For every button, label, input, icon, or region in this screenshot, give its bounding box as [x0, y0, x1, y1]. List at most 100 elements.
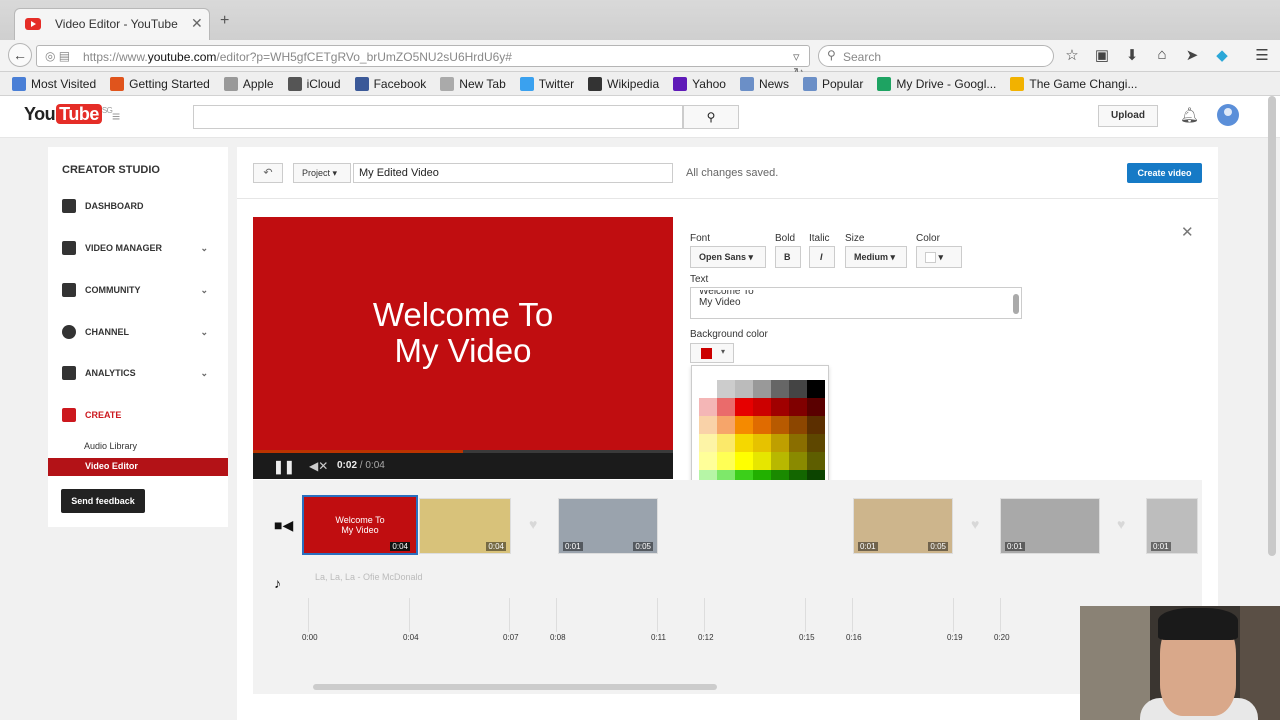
- page-scrollbar[interactable]: [1268, 96, 1276, 556]
- transition-icon[interactable]: ♥: [971, 516, 979, 532]
- color-swatch[interactable]: [789, 434, 807, 452]
- create-video-button[interactable]: Create video: [1127, 163, 1202, 183]
- color-swatch[interactable]: [735, 416, 753, 434]
- background-color-button[interactable]: ▾: [690, 343, 734, 363]
- color-swatch[interactable]: [735, 434, 753, 452]
- bookmark-item[interactable]: iCloud: [287, 76, 341, 91]
- bookmark-item[interactable]: Popular: [802, 76, 863, 91]
- youtube-logo[interactable]: You Tube SG: [24, 104, 113, 125]
- sidebar-item-audio-library[interactable]: Audio Library: [84, 441, 137, 451]
- color-swatch[interactable]: [735, 380, 753, 398]
- video-clip[interactable]: 0:01 0:05: [853, 498, 953, 554]
- color-swatch[interactable]: [807, 398, 825, 416]
- bookmark-star-icon[interactable]: ☆: [1062, 46, 1082, 66]
- color-swatch[interactable]: [771, 380, 789, 398]
- color-swatch[interactable]: [753, 380, 771, 398]
- video-clip[interactable]: 0:01 0:05: [558, 498, 658, 554]
- color-swatch[interactable]: [789, 452, 807, 470]
- bookmark-item[interactable]: My Drive - Googl...: [877, 76, 996, 91]
- transition-icon[interactable]: ♥: [1117, 516, 1125, 532]
- avatar[interactable]: [1217, 104, 1239, 126]
- sidebar-item-create[interactable]: CREATE: [62, 405, 222, 425]
- new-tab-icon[interactable]: +: [220, 12, 229, 30]
- bookmark-item[interactable]: Yahoo: [673, 76, 726, 91]
- back-button[interactable]: ←: [8, 43, 32, 67]
- color-swatch[interactable]: [717, 380, 735, 398]
- color-swatch[interactable]: [807, 380, 825, 398]
- browser-tab[interactable]: Video Editor - YouTube ✕: [14, 8, 210, 40]
- bookmark-item[interactable]: Apple: [223, 76, 274, 91]
- youtube-search-input[interactable]: [193, 105, 683, 129]
- sidebar-item-analytics[interactable]: ANALYTICS ⌄: [62, 363, 222, 383]
- textarea-scrollbar[interactable]: [1013, 294, 1019, 314]
- color-swatch[interactable]: [699, 398, 717, 416]
- address-bar[interactable]: ◎ ▤ https://www.youtube.com/editor?p=WH5…: [36, 45, 810, 80]
- color-swatch[interactable]: [699, 380, 717, 398]
- sidebar-item-video-editor[interactable]: Video Editor: [48, 458, 228, 476]
- bookmark-item[interactable]: New Tab: [440, 76, 506, 91]
- notifications-bell-icon[interactable]: 🔔︎: [1180, 106, 1199, 124]
- color-swatch[interactable]: [807, 434, 825, 452]
- bookmark-item[interactable]: Twitter: [519, 76, 574, 91]
- pause-icon[interactable]: ❚❚: [273, 459, 295, 475]
- color-swatch[interactable]: [735, 398, 753, 416]
- color-swatch[interactable]: [807, 416, 825, 434]
- download-icon[interactable]: ⬇: [1122, 46, 1142, 66]
- transition-icon[interactable]: ♥: [529, 516, 537, 532]
- youtube-search-button[interactable]: ⚲: [683, 105, 739, 129]
- color-swatch[interactable]: [699, 416, 717, 434]
- send-icon[interactable]: ➤: [1182, 46, 1202, 66]
- color-swatch[interactable]: [771, 452, 789, 470]
- text-color-button[interactable]: ▾: [916, 246, 962, 268]
- color-swatch[interactable]: [717, 452, 735, 470]
- color-swatch[interactable]: [717, 398, 735, 416]
- color-swatch[interactable]: [789, 398, 807, 416]
- bookmark-item[interactable]: The Game Changi...: [1010, 76, 1137, 91]
- timeline-scrollbar[interactable]: [313, 684, 717, 690]
- site-info-icon[interactable]: ◎ ▤: [45, 49, 70, 63]
- color-swatch[interactable]: [717, 416, 735, 434]
- color-swatch[interactable]: [789, 380, 807, 398]
- italic-button[interactable]: I: [809, 246, 835, 268]
- size-dropdown[interactable]: Medium ▾: [845, 246, 907, 268]
- mute-icon[interactable]: ◀✕: [309, 459, 328, 473]
- color-swatch[interactable]: [771, 398, 789, 416]
- sidebar-item-channel[interactable]: CHANNEL ⌄: [62, 322, 222, 342]
- color-swatch[interactable]: [699, 452, 717, 470]
- extension-icon[interactable]: ◆: [1212, 46, 1232, 66]
- title-clip[interactable]: Welcome To My Video 0:04: [302, 495, 418, 555]
- guide-menu-icon[interactable]: ≡: [112, 108, 120, 124]
- home-icon[interactable]: ⌂: [1152, 46, 1172, 66]
- bookmark-item[interactable]: Most Visited: [12, 76, 96, 91]
- sidebar-item-community[interactable]: COMMUNITY ⌄: [62, 280, 222, 300]
- bold-button[interactable]: B: [775, 246, 801, 268]
- video-clip[interactable]: 0:04: [419, 498, 511, 554]
- upload-button[interactable]: Upload: [1098, 105, 1158, 127]
- close-icon[interactable]: ✕: [1181, 223, 1194, 241]
- color-swatch[interactable]: [753, 452, 771, 470]
- color-swatch[interactable]: [753, 398, 771, 416]
- menu-icon[interactable]: ☰: [1252, 46, 1272, 66]
- color-swatch[interactable]: [789, 416, 807, 434]
- color-swatch[interactable]: [717, 434, 735, 452]
- color-swatch[interactable]: [753, 416, 771, 434]
- browser-search-field[interactable]: ⚲ Search: [818, 45, 1054, 67]
- close-tab-icon[interactable]: ✕: [191, 15, 203, 32]
- color-swatch[interactable]: [807, 452, 825, 470]
- project-dropdown[interactable]: Project ▾: [293, 163, 351, 183]
- send-feedback-button[interactable]: Send feedback: [61, 489, 145, 513]
- audio-track-label[interactable]: La, La, La - Ofie McDonald: [315, 572, 423, 582]
- sidebar-item-video-manager[interactable]: VIDEO MANAGER ⌄: [62, 238, 222, 258]
- bookmark-item[interactable]: Getting Started: [110, 76, 210, 91]
- video-clip[interactable]: 0:01: [1000, 498, 1100, 554]
- reading-list-icon[interactable]: ▣: [1092, 46, 1112, 66]
- project-name-input[interactable]: My Edited Video: [353, 163, 673, 183]
- undo-button[interactable]: ↶: [253, 163, 283, 183]
- color-swatch[interactable]: [771, 416, 789, 434]
- color-swatch[interactable]: [735, 452, 753, 470]
- sidebar-item-dashboard[interactable]: DASHBOARD: [62, 196, 222, 216]
- overlay-text-input[interactable]: Welcome To My Video: [690, 287, 1022, 319]
- color-swatch[interactable]: [753, 434, 771, 452]
- color-swatch[interactable]: [699, 434, 717, 452]
- video-preview[interactable]: Welcome To My Video ❚❚ ◀✕ 0:02 / 0:04: [253, 217, 673, 479]
